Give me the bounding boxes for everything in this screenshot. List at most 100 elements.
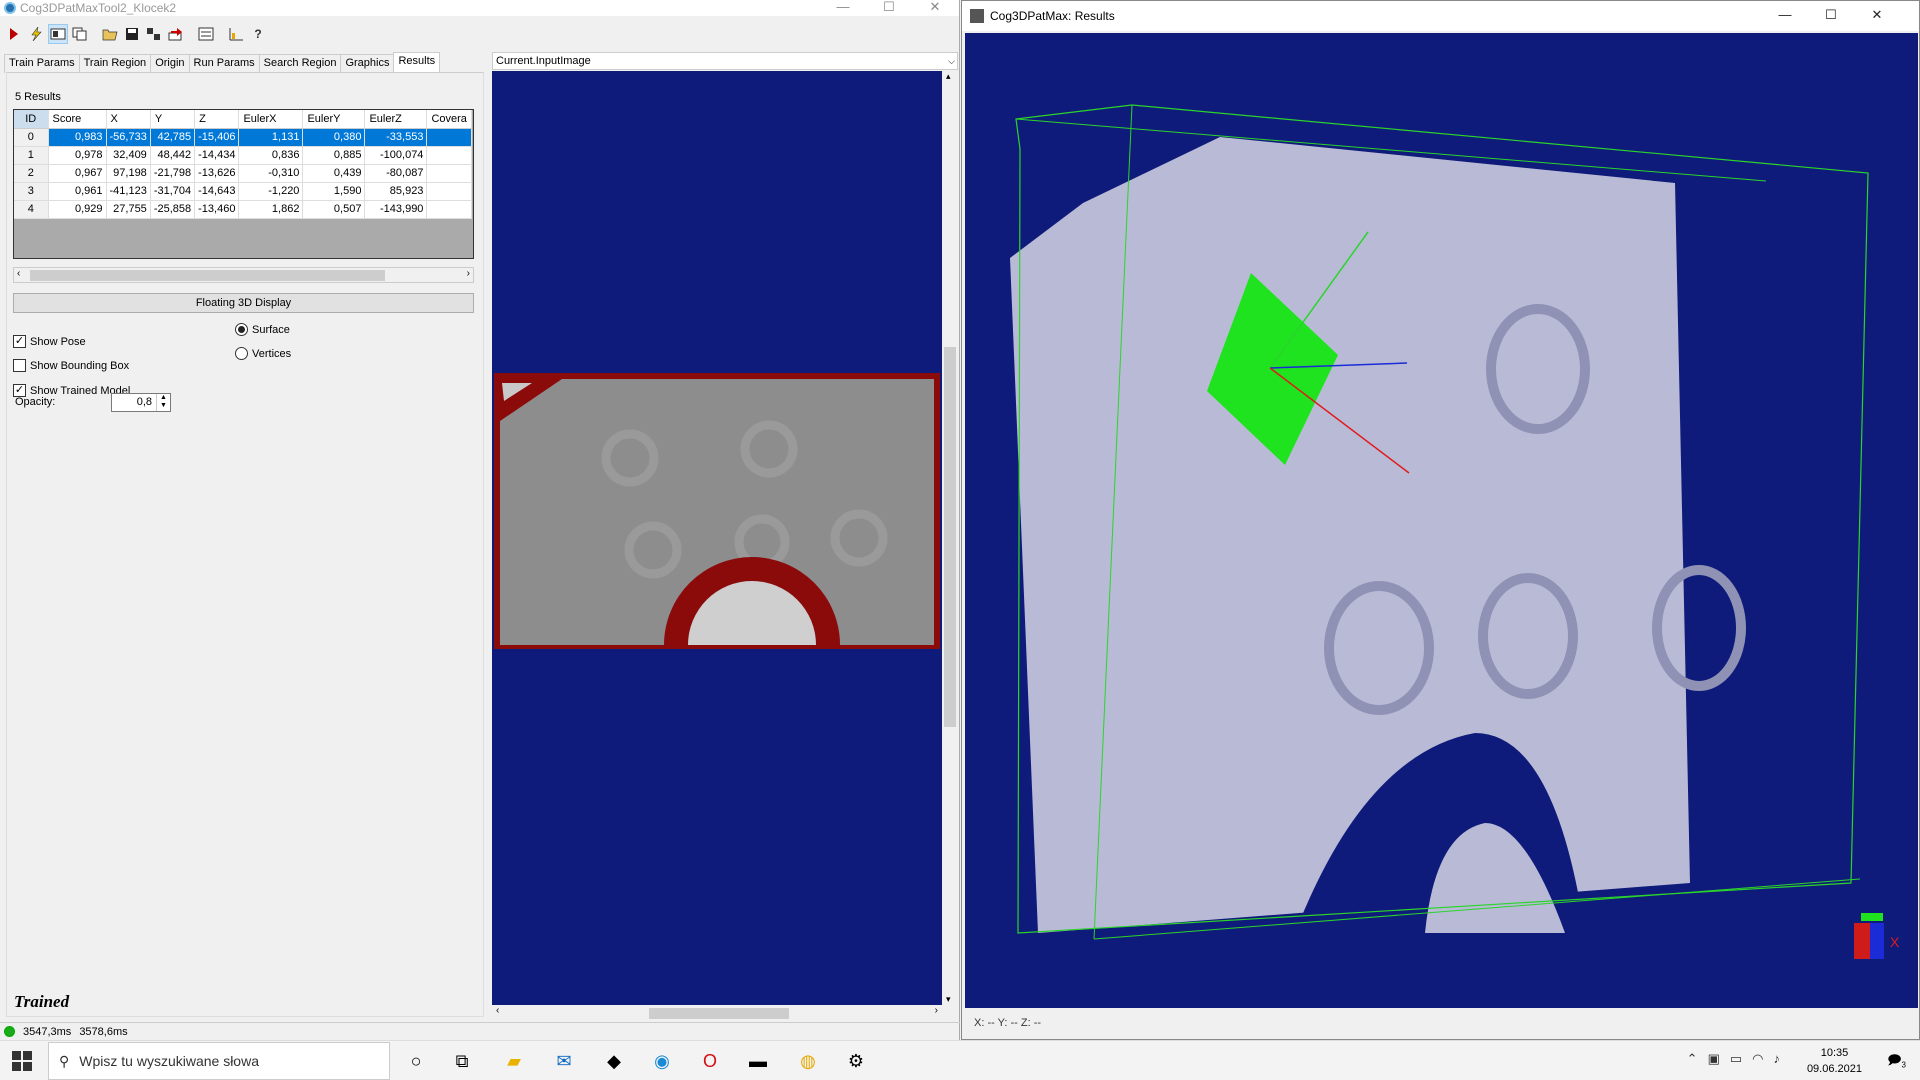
battery-icon[interactable]: ▭ [1730,1051,1742,1067]
table-cell[interactable]: 0 [14,128,49,147]
table-cell[interactable]: 0,961 [48,182,107,201]
scroll-right-icon[interactable]: › [935,1005,938,1016]
table-cell[interactable] [426,128,472,147]
copy-icon[interactable] [70,24,90,44]
terminal-icon[interactable]: ▬ [744,1047,772,1075]
col-header[interactable]: EulerX [238,110,304,129]
table-cell[interactable]: 48,442 [150,146,196,165]
open-folder-icon[interactable] [100,24,120,44]
table-cell[interactable]: 27,755 [106,200,151,219]
table-cell[interactable]: -41,123 [106,182,151,201]
image-canvas[interactable] [492,71,942,1005]
table-row[interactable]: 0 0,983 -56,733 42,785 -15,406 1,131 0,380 -33,… [14,128,472,147]
taskbar-search-box[interactable]: ⚲ Wpisz tu wyszukiwane słowa [48,1042,390,1080]
tab-origin[interactable]: Origin [150,54,190,73]
vertices-radio[interactable]: Vertices [235,347,291,360]
table-cell[interactable]: -1,220 [238,182,304,201]
col-header[interactable]: X [106,110,151,129]
col-header[interactable]: Covera [426,110,472,129]
table-cell[interactable]: 0,929 [48,200,107,219]
scroll-up-icon[interactable]: ▴ [946,71,951,82]
chevron-up-icon[interactable]: ⌃ [1687,1051,1698,1067]
table-cell[interactable]: 4 [14,200,49,219]
wifi-icon[interactable]: ◠ [1752,1051,1763,1067]
table-cell[interactable]: 3 [14,182,49,201]
report-icon[interactable] [196,24,216,44]
run-icon[interactable] [4,24,24,44]
table-cell[interactable]: 97,198 [106,164,151,183]
table-row[interactable]: 3 0,961 -41,123 -31,704 -14,643 -1,220 1,590 85… [14,182,472,201]
table-cell[interactable]: 42,785 [150,128,196,147]
volume-icon[interactable]: ♪ [1774,1051,1781,1067]
table-cell[interactable]: 0,967 [48,164,107,183]
table-cell[interactable]: -100,074 [364,146,428,165]
table-cell[interactable]: -13,626 [194,164,240,183]
opera-icon[interactable]: O [696,1047,724,1075]
cognex-icon[interactable]: ◍ [794,1047,822,1075]
table-row[interactable]: 2 0,967 97,198 -21,798 -13,626 -0,310 0,439 -80… [14,164,472,183]
chevron-down-icon[interactable]: ⌵ [948,53,955,69]
table-cell[interactable]: -15,406 [194,128,240,147]
chart-icon[interactable] [226,24,246,44]
results-grid[interactable]: ID Score X Y Z EulerX EulerY EulerZ Cove… [13,109,474,259]
table-cell[interactable]: 1,131 [238,128,304,147]
tab-run-params[interactable]: Run Params [188,54,260,73]
tab-train-region[interactable]: Train Region [78,54,152,73]
close-button[interactable]: ✕ [912,0,958,16]
show-bbox-checkbox[interactable]: Show Bounding Box [13,359,129,372]
layout-icon[interactable] [144,24,164,44]
table-cell[interactable]: 0,380 [302,128,366,147]
opacity-spinner[interactable]: 0,8 ▲ ▼ [111,393,171,412]
col-header[interactable]: Z [194,110,240,129]
table-row[interactable]: 4 0,929 27,755 -25,858 -13,460 1,862 0,507 -143… [14,200,472,219]
table-cell[interactable]: 0,978 [48,146,107,165]
table-cell[interactable]: 0,836 [238,146,304,165]
col-header[interactable]: EulerY [302,110,366,129]
tab-results[interactable]: Results [393,52,441,73]
scroll-right-icon[interactable]: › [467,268,470,279]
table-cell[interactable]: -33,553 [364,128,428,147]
table-cell[interactable]: 85,923 [364,182,428,201]
electric-icon[interactable] [26,24,46,44]
surface-radio[interactable]: Surface [235,323,290,336]
save-icon[interactable] [122,24,142,44]
floating-3d-display-button[interactable]: Floating 3D Display [13,293,474,313]
table-cell[interactable] [426,182,472,201]
table-cell[interactable] [426,164,472,183]
table-cell[interactable] [426,146,472,165]
minimize-button[interactable]: — [820,0,866,16]
reset-icon[interactable] [166,24,186,44]
table-cell[interactable]: 0,507 [302,200,366,219]
table-cell[interactable]: 0,885 [302,146,366,165]
table-cell[interactable]: -14,434 [194,146,240,165]
clock[interactable]: 10:35 09.06.2021 [1807,1045,1862,1077]
table-cell[interactable]: -13,460 [194,200,240,219]
close-button[interactable]: ✕ [1854,1,1900,31]
scroll-thumb[interactable] [649,1008,789,1019]
table-cell[interactable]: -31,704 [150,182,196,201]
table-cell[interactable]: 1,862 [238,200,304,219]
maximize-button[interactable]: ☐ [1808,1,1854,31]
col-header[interactable]: EulerZ [364,110,428,129]
image-selector[interactable]: Current.InputImage ⌵ [492,52,958,70]
table-cell[interactable]: -25,858 [150,200,196,219]
table-cell[interactable]: 1 [14,146,49,165]
table-row[interactable]: 1 0,978 32,409 48,442 -14,434 0,836 0,885 -100,… [14,146,472,165]
table-cell[interactable]: -80,087 [364,164,428,183]
alienware-icon[interactable]: ◆ [600,1047,628,1075]
tab-train-params[interactable]: Train Params [4,54,80,73]
table-cell[interactable]: -56,733 [106,128,151,147]
table-cell[interactable]: -0,310 [238,164,304,183]
show-pose-checkbox[interactable]: ✓ Show Pose [13,335,86,348]
scroll-left-icon[interactable]: ‹ [17,268,20,279]
col-header[interactable]: Y [150,110,196,129]
grid-hscrollbar[interactable]: ‹ › [13,267,474,283]
help-icon[interactable]: ? [248,24,268,44]
image-vscrollbar[interactable]: ▴ ▾ [942,71,958,1005]
mail-icon[interactable]: ✉ [550,1047,578,1075]
device-icon[interactable]: ▣ [1708,1051,1720,1067]
tab-graphics[interactable]: Graphics [340,54,395,73]
table-cell[interactable]: -143,990 [364,200,428,219]
image-icon[interactable] [48,24,68,44]
table-cell[interactable]: 0,439 [302,164,366,183]
